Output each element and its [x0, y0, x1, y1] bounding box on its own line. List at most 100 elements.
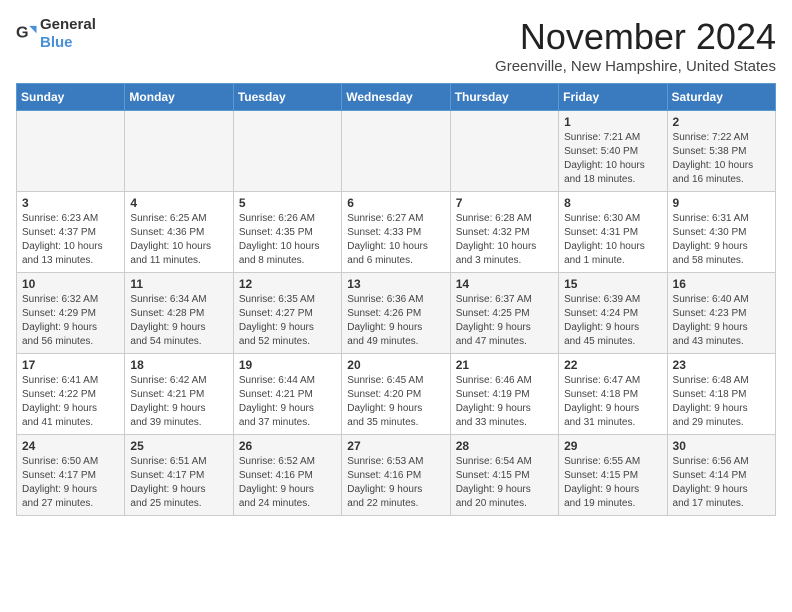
day-number: 4 — [130, 196, 227, 210]
calendar-cell: 26 Sunrise: 6:52 AM Sunset: 4:16 PM Dayli… — [233, 435, 341, 516]
day-number: 22 — [564, 358, 661, 372]
calendar-cell: 13Sunrise: 6:36 AM Sunset: 4:26 PM Dayli… — [342, 273, 450, 354]
title-area: November 2024 Greenville, New Hampshire,… — [495, 16, 776, 75]
calendar-cell: 9 Sunrise: 6:31 AM Sunset: 4:30 PM Daylig… — [667, 192, 775, 273]
logo: G General Blue — [16, 16, 96, 52]
calendar-cell: 3Sunrise: 6:23 AM Sunset: 4:37 PM Daylig… — [17, 192, 125, 273]
calendar-cell: 8 Sunrise: 6:30 AM Sunset: 4:31 PM Daylig… — [559, 192, 667, 273]
calendar-cell: 18 Sunrise: 6:42 AM Sunset: 4:21 PM Dayli… — [125, 354, 233, 435]
day-header-thursday: Thursday — [450, 84, 558, 111]
day-number: 29 — [564, 439, 661, 453]
day-header-tuesday: Tuesday — [233, 84, 341, 111]
day-info: Sunrise: 6:53 AM Sunset: 4:16 PM Dayligh… — [347, 455, 444, 511]
day-number: 21 — [456, 358, 553, 372]
calendar-week-row: 10 Sunrise: 6:32 AM Sunset: 4:29 PM Dayli… — [17, 273, 776, 354]
calendar-cell: 15Sunrise: 6:39 AM Sunset: 4:24 PM Dayli… — [559, 273, 667, 354]
day-info: Sunrise: 6:47 AM Sunset: 4:18 PM Dayligh… — [564, 374, 661, 430]
day-info: Sunrise: 6:32 AM Sunset: 4:29 PM Dayligh… — [22, 293, 119, 349]
calendar-table: SundayMondayTuesdayWednesdayThursdayFrid… — [16, 83, 776, 516]
day-info: Sunrise: 6:50 AM Sunset: 4:17 PM Dayligh… — [22, 455, 119, 511]
day-number: 8 — [564, 196, 661, 210]
svg-text:G: G — [16, 24, 29, 42]
day-number: 26 — [239, 439, 336, 453]
calendar-cell: 16 Sunrise: 6:40 AM Sunset: 4:23 PM Dayli… — [667, 273, 775, 354]
day-info: Sunrise: 6:41 AM Sunset: 4:22 PM Dayligh… — [22, 374, 119, 430]
day-info: Sunrise: 7:22 AM Sunset: 5:38 PM Dayligh… — [673, 131, 770, 187]
calendar-cell: 4 Sunrise: 6:25 AM Sunset: 4:36 PM Daylig… — [125, 192, 233, 273]
day-info: Sunrise: 6:56 AM Sunset: 4:14 PM Dayligh… — [673, 455, 770, 511]
calendar-cell: 11 Sunrise: 6:34 AM Sunset: 4:28 PM Dayli… — [125, 273, 233, 354]
day-info: Sunrise: 6:28 AM Sunset: 4:32 PM Dayligh… — [456, 212, 553, 268]
day-info: Sunrise: 6:52 AM Sunset: 4:16 PM Dayligh… — [239, 455, 336, 511]
calendar-cell: 7 Sunrise: 6:28 AM Sunset: 4:32 PM Daylig… — [450, 192, 558, 273]
month-title: November 2024 — [495, 16, 776, 58]
calendar-cell: 2 Sunrise: 7:22 AM Sunset: 5:38 PM Daylig… — [667, 111, 775, 192]
calendar-cell — [17, 111, 125, 192]
calendar-week-row: 1 Sunrise: 7:21 AM Sunset: 5:40 PM Daylig… — [17, 111, 776, 192]
calendar-cell — [233, 111, 341, 192]
calendar-week-row: 3Sunrise: 6:23 AM Sunset: 4:37 PM Daylig… — [17, 192, 776, 273]
day-number: 6 — [347, 196, 444, 210]
day-number: 17 — [22, 358, 119, 372]
calendar-header-row: SundayMondayTuesdayWednesdayThursdayFrid… — [17, 84, 776, 111]
day-info: Sunrise: 6:40 AM Sunset: 4:23 PM Dayligh… — [673, 293, 770, 349]
logo-icon: G — [16, 23, 38, 45]
calendar-cell: 14 Sunrise: 6:37 AM Sunset: 4:25 PM Dayli… — [450, 273, 558, 354]
day-info: Sunrise: 6:30 AM Sunset: 4:31 PM Dayligh… — [564, 212, 661, 268]
day-header-friday: Friday — [559, 84, 667, 111]
day-number: 24 — [22, 439, 119, 453]
day-number: 2 — [673, 115, 770, 129]
day-number: 20 — [347, 358, 444, 372]
day-info: Sunrise: 6:45 AM Sunset: 4:20 PM Dayligh… — [347, 374, 444, 430]
day-number: 11 — [130, 277, 227, 291]
logo-text-blue: Blue — [40, 34, 73, 51]
day-number: 28 — [456, 439, 553, 453]
day-number: 15 — [564, 277, 661, 291]
day-header-sunday: Sunday — [17, 84, 125, 111]
day-info: Sunrise: 6:37 AM Sunset: 4:25 PM Dayligh… — [456, 293, 553, 349]
calendar-cell: 30 Sunrise: 6:56 AM Sunset: 4:14 PM Dayli… — [667, 435, 775, 516]
day-number: 13 — [347, 277, 444, 291]
calendar-cell: 17 Sunrise: 6:41 AM Sunset: 4:22 PM Dayli… — [17, 354, 125, 435]
calendar-cell: 28 Sunrise: 6:54 AM Sunset: 4:15 PM Dayli… — [450, 435, 558, 516]
calendar-cell: 20 Sunrise: 6:45 AM Sunset: 4:20 PM Dayli… — [342, 354, 450, 435]
header: G General Blue November 2024 Greenville,… — [16, 16, 776, 75]
calendar-week-row: 17 Sunrise: 6:41 AM Sunset: 4:22 PM Dayli… — [17, 354, 776, 435]
calendar-cell: 12 Sunrise: 6:35 AM Sunset: 4:27 PM Dayli… — [233, 273, 341, 354]
day-number: 16 — [673, 277, 770, 291]
day-info: Sunrise: 6:35 AM Sunset: 4:27 PM Dayligh… — [239, 293, 336, 349]
calendar-cell: 5Sunrise: 6:26 AM Sunset: 4:35 PM Daylig… — [233, 192, 341, 273]
calendar-cell: 23Sunrise: 6:48 AM Sunset: 4:18 PM Dayli… — [667, 354, 775, 435]
day-number: 30 — [673, 439, 770, 453]
day-number: 5 — [239, 196, 336, 210]
day-info: Sunrise: 7:21 AM Sunset: 5:40 PM Dayligh… — [564, 131, 661, 187]
calendar-cell: 24 Sunrise: 6:50 AM Sunset: 4:17 PM Dayli… — [17, 435, 125, 516]
day-info: Sunrise: 6:51 AM Sunset: 4:17 PM Dayligh… — [130, 455, 227, 511]
day-info: Sunrise: 6:31 AM Sunset: 4:30 PM Dayligh… — [673, 212, 770, 268]
calendar-cell: 29 Sunrise: 6:55 AM Sunset: 4:15 PM Dayli… — [559, 435, 667, 516]
day-number: 3 — [22, 196, 119, 210]
day-number: 12 — [239, 277, 336, 291]
day-info: Sunrise: 6:42 AM Sunset: 4:21 PM Dayligh… — [130, 374, 227, 430]
day-number: 18 — [130, 358, 227, 372]
day-number: 7 — [456, 196, 553, 210]
day-number: 1 — [564, 115, 661, 129]
day-info: Sunrise: 6:54 AM Sunset: 4:15 PM Dayligh… — [456, 455, 553, 511]
calendar-cell: 19 Sunrise: 6:44 AM Sunset: 4:21 PM Dayli… — [233, 354, 341, 435]
day-info: Sunrise: 6:25 AM Sunset: 4:36 PM Dayligh… — [130, 212, 227, 268]
day-info: Sunrise: 6:55 AM Sunset: 4:15 PM Dayligh… — [564, 455, 661, 511]
day-info: Sunrise: 6:34 AM Sunset: 4:28 PM Dayligh… — [130, 293, 227, 349]
calendar-cell: 1 Sunrise: 7:21 AM Sunset: 5:40 PM Daylig… — [559, 111, 667, 192]
day-number: 10 — [22, 277, 119, 291]
calendar-cell: 10 Sunrise: 6:32 AM Sunset: 4:29 PM Dayli… — [17, 273, 125, 354]
day-number: 19 — [239, 358, 336, 372]
calendar-cell: 22 Sunrise: 6:47 AM Sunset: 4:18 PM Dayli… — [559, 354, 667, 435]
day-header-wednesday: Wednesday — [342, 84, 450, 111]
day-header-monday: Monday — [125, 84, 233, 111]
day-number: 9 — [673, 196, 770, 210]
day-number: 14 — [456, 277, 553, 291]
calendar-cell — [125, 111, 233, 192]
day-info: Sunrise: 6:44 AM Sunset: 4:21 PM Dayligh… — [239, 374, 336, 430]
day-info: Sunrise: 6:27 AM Sunset: 4:33 PM Dayligh… — [347, 212, 444, 268]
calendar-cell: 21Sunrise: 6:46 AM Sunset: 4:19 PM Dayli… — [450, 354, 558, 435]
